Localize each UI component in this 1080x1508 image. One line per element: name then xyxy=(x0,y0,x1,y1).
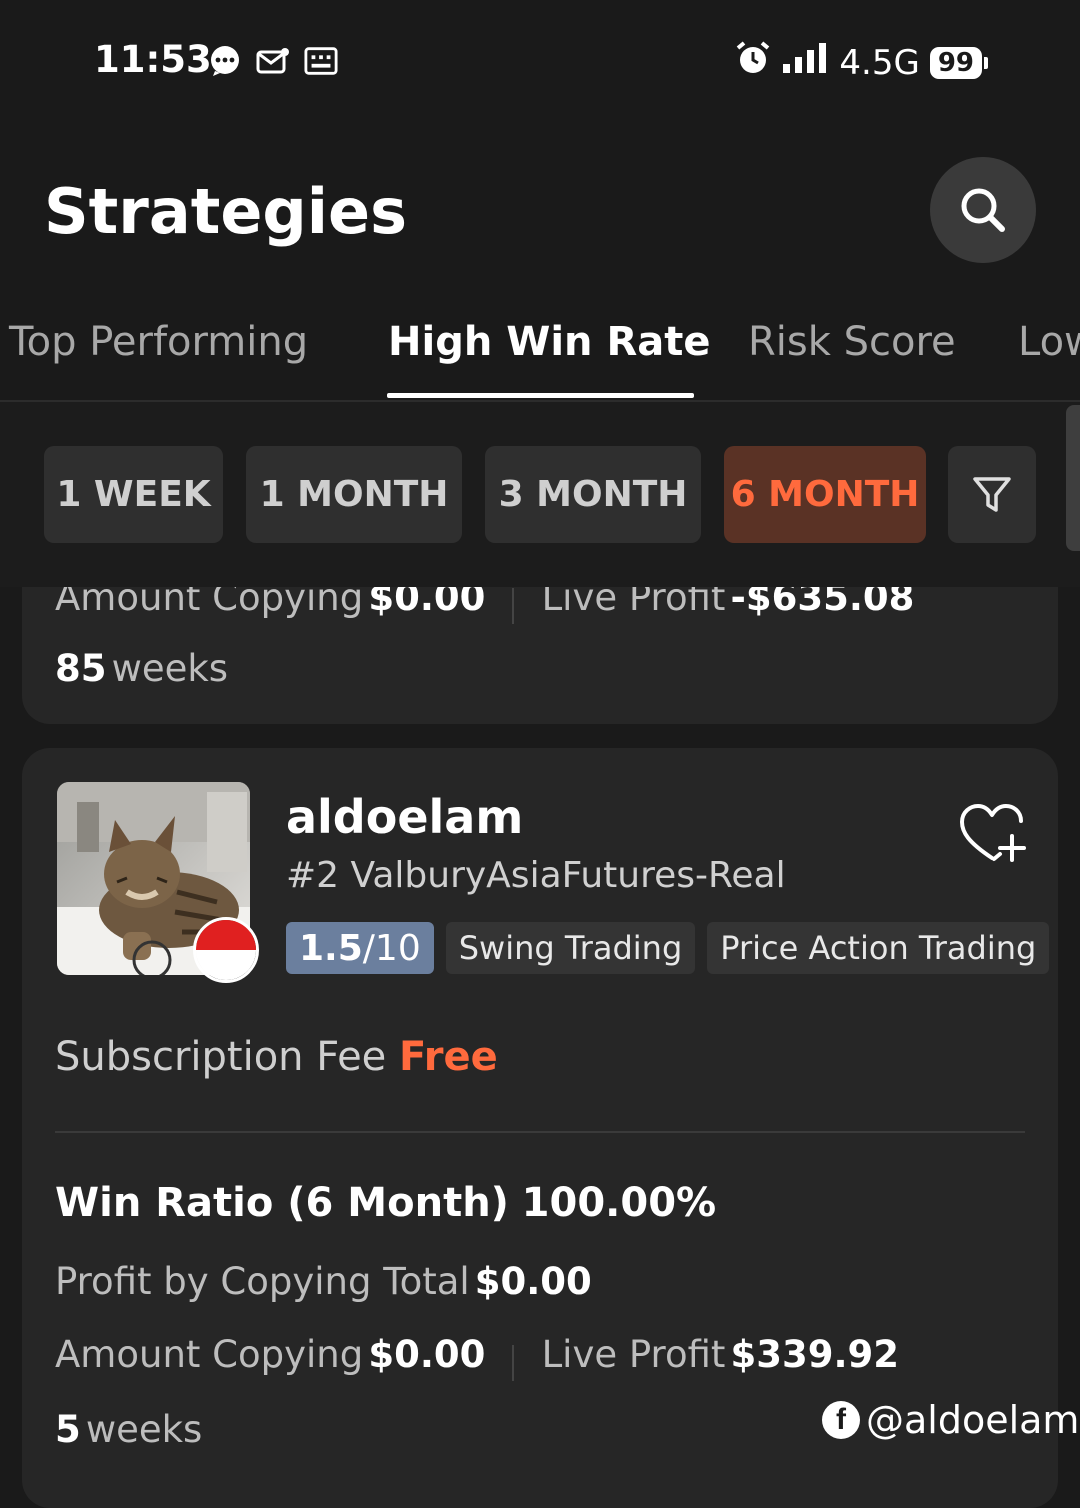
search-icon xyxy=(961,188,1005,232)
facebook-icon: f xyxy=(822,1401,860,1439)
prev-duration: 85 weeks xyxy=(55,647,228,690)
card-divider xyxy=(55,1131,1025,1133)
page-title: Strategies xyxy=(44,175,407,248)
strategy-tags: 1.5/10 Swing Trading Price Action Tradin… xyxy=(286,922,1050,974)
indonesia-flag-icon xyxy=(193,917,259,983)
subscription-fee-label: Subscription Fee xyxy=(55,1034,387,1080)
active-tab-indicator xyxy=(387,393,694,398)
strategy-name[interactable]: aldoelam xyxy=(286,790,523,844)
period-chip-1-month[interactable]: 1 MONTH xyxy=(246,446,462,543)
strategy-tabs: Top Performing High Win Rate Risk Score … xyxy=(0,315,1080,401)
win-ratio-value: 100.00% xyxy=(521,1180,717,1226)
watermark: f @aldoelam xyxy=(822,1398,1079,1442)
keyboard-icon xyxy=(304,44,338,78)
status-right: 4.5G 99 xyxy=(735,40,988,85)
tab-high-win-rate[interactable]: High Win Rate xyxy=(388,319,711,365)
duration-number: 85 xyxy=(55,647,107,690)
duration-unit: weeks xyxy=(85,1408,203,1451)
scroll-edge-indicator xyxy=(1066,405,1080,551)
tab-top-performing[interactable]: Top Performing xyxy=(9,319,308,365)
battery-indicator: 99 xyxy=(929,46,982,79)
duration-number: 5 xyxy=(55,1408,81,1451)
profit-copying-row: Profit by Copying Total $0.00 xyxy=(55,1260,592,1303)
network-type: 4.5G xyxy=(839,42,920,83)
risk-score-badge: 1.5/10 xyxy=(286,922,434,974)
signal-icon xyxy=(781,42,829,83)
search-button[interactable] xyxy=(930,157,1036,263)
period-chip-3-month[interactable]: 3 MONTH xyxy=(485,446,701,543)
rank-account: #2 ValburyAsiaFutures-Real xyxy=(286,855,786,896)
funnel-icon xyxy=(973,476,1011,512)
risk-score-max: /10 xyxy=(362,927,421,969)
live-profit-label: Live Profit xyxy=(541,1333,726,1376)
subscription-fee-value: Free xyxy=(399,1034,498,1080)
status-notification-icons xyxy=(208,44,338,78)
mail-icon xyxy=(256,44,290,78)
tab-low[interactable]: Low xyxy=(1018,319,1080,365)
chat-icon xyxy=(208,44,242,78)
amount-copying-label: Amount Copying xyxy=(55,1333,364,1376)
battery-tip xyxy=(984,56,988,69)
heart-plus-icon xyxy=(960,804,1026,862)
amount-copying-value: $0.00 xyxy=(368,1333,486,1376)
filter-button[interactable] xyxy=(948,446,1036,543)
separator xyxy=(512,587,515,624)
profit-copying-value: $0.00 xyxy=(474,1260,592,1303)
separator xyxy=(512,1344,515,1381)
status-time: 11:53 xyxy=(94,38,212,81)
tag-price-action-trading: Price Action Trading xyxy=(707,922,1050,974)
period-chip-1-week[interactable]: 1 WEEK xyxy=(44,446,223,543)
favorite-button[interactable] xyxy=(958,802,1030,866)
tag-swing-trading: Swing Trading xyxy=(445,922,696,974)
amount-live-row: Amount Copying $0.00 Live Profit $339.92 xyxy=(55,1333,899,1381)
subscription-fee-row: Subscription Fee Free xyxy=(55,1034,498,1080)
win-ratio-row: Win Ratio (6 Month) 100.00% xyxy=(55,1180,716,1226)
watermark-text: @aldoelam xyxy=(866,1398,1080,1442)
win-ratio-label: Win Ratio (6 Month) xyxy=(55,1180,509,1226)
live-profit-value: $339.92 xyxy=(730,1333,900,1376)
duration-unit: weeks xyxy=(111,647,229,690)
tab-risk-score[interactable]: Risk Score xyxy=(748,319,956,365)
profit-copying-label: Profit by Copying Total xyxy=(55,1260,470,1303)
alarm-icon xyxy=(735,40,771,85)
risk-score-value: 1.5 xyxy=(299,927,363,969)
period-chip-6-month[interactable]: 6 MONTH xyxy=(724,446,926,543)
duration-row: 5 weeks xyxy=(55,1408,202,1451)
